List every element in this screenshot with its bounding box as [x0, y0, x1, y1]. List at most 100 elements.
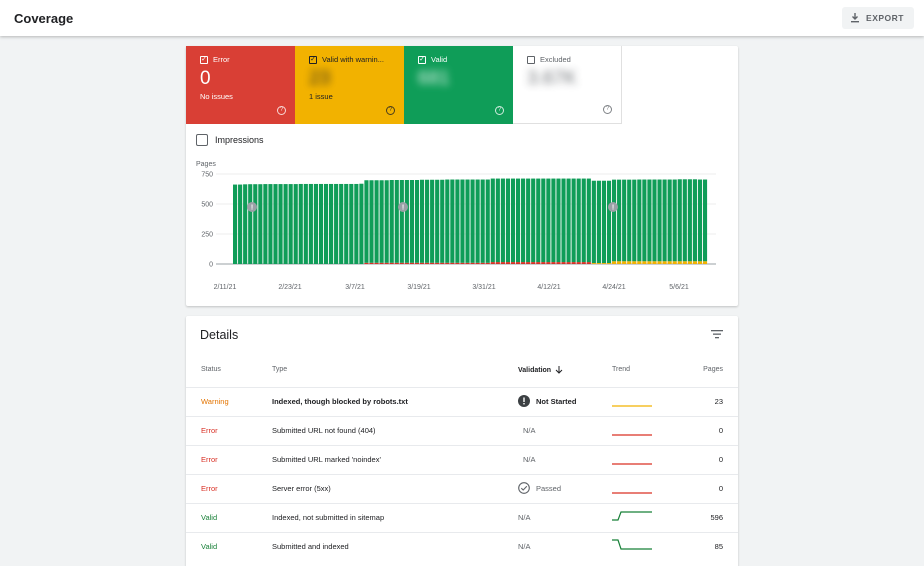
- bar-error: [581, 262, 586, 264]
- table-row[interactable]: Error Server error (5xx) Passed 0: [186, 474, 738, 503]
- bar-valid: [450, 179, 455, 263]
- type-cell: Submitted URL marked 'noindex': [272, 455, 381, 464]
- bar-error: [541, 262, 546, 264]
- status-cell: Valid: [201, 542, 218, 551]
- bar-valid: [268, 184, 273, 264]
- help-icon[interactable]: ?: [386, 106, 395, 115]
- bar-error: [460, 262, 465, 264]
- type-cell: Indexed, though blocked by robots.txt: [272, 397, 408, 406]
- table-row[interactable]: Valid Submitted and indexed N/A 85: [186, 532, 738, 561]
- pages-cell: 23: [714, 397, 723, 406]
- bar-valid-with-warnings: [617, 261, 622, 264]
- bar-error: [561, 262, 566, 264]
- bar-error: [419, 262, 425, 264]
- trend-sparkline: [612, 434, 652, 436]
- help-icon[interactable]: ?: [495, 106, 504, 115]
- bar-valid-with-warnings: [652, 261, 657, 264]
- table-row[interactable]: Error Submitted URL not found (404) N/A …: [186, 416, 738, 445]
- type-cell: Submitted URL not found (404): [272, 426, 376, 435]
- tile-excluded[interactable]: Excluded 3.67K ?: [513, 46, 622, 124]
- bar-valid: [687, 179, 692, 262]
- bar-error: [500, 262, 505, 264]
- tile-error[interactable]: ✓ Error 0 No issues ?: [186, 46, 295, 124]
- help-icon[interactable]: ?: [603, 105, 612, 114]
- bar-error: [394, 262, 399, 264]
- bar-valid: [672, 179, 677, 262]
- checkbox-checked-icon[interactable]: ✓: [200, 55, 208, 64]
- status-cell: Error: [201, 484, 218, 493]
- x-tick-label: 2/11/21: [214, 284, 237, 291]
- help-icon[interactable]: ?: [277, 106, 286, 115]
- column-header-type[interactable]: Type: [272, 366, 287, 373]
- table-row[interactable]: Error Submitted URL marked 'noindex' N/A…: [186, 445, 738, 474]
- x-tick-label: 3/31/21: [472, 284, 495, 291]
- bar-valid: [677, 179, 682, 262]
- bar-error: [515, 262, 521, 264]
- export-button[interactable]: EXPORT: [842, 7, 914, 29]
- bar-valid: [652, 179, 657, 262]
- validation-cell: N/A: [523, 455, 536, 464]
- tile-valid-with-warnings[interactable]: ✓ Valid with warnin... 23 1 issue ?: [295, 46, 404, 124]
- bar-valid-with-warnings: [682, 261, 687, 264]
- bar-error: [409, 262, 415, 264]
- y-tick-label: 250: [201, 232, 213, 239]
- bar-valid: [354, 183, 359, 264]
- coverage-overview-card: ✓ Error 0 No issues ? ✓ Valid with warnin.…: [186, 46, 738, 306]
- bar-valid-with-warnings: [697, 261, 703, 264]
- x-tick-label: 2/23/21: [278, 284, 301, 291]
- checkbox-checked-icon[interactable]: ✓: [418, 55, 426, 64]
- bar-valid: [404, 180, 409, 263]
- tile-value: 0: [200, 68, 211, 89]
- tile-label: Excluded: [540, 55, 571, 64]
- bar-valid: [480, 179, 485, 263]
- checkbox-unchecked-icon[interactable]: [196, 134, 208, 146]
- bar-error: [450, 262, 455, 264]
- column-header-pages[interactable]: Pages: [703, 366, 723, 373]
- table-row[interactable]: Valid Indexed, not submitted in sitemap …: [186, 503, 738, 532]
- impressions-toggle[interactable]: Impressions: [196, 134, 264, 146]
- bar-valid-with-warnings: [702, 261, 708, 264]
- bar-valid: [435, 179, 440, 263]
- bar-valid: [374, 180, 379, 263]
- details-title: Details: [200, 328, 239, 342]
- bar-valid: [293, 184, 298, 264]
- checkbox-checked-icon[interactable]: ✓: [309, 55, 317, 64]
- bar-error: [364, 262, 369, 264]
- bar-error: [576, 262, 581, 264]
- bar-valid: [647, 179, 652, 262]
- bar-valid: [253, 184, 258, 264]
- download-icon: [851, 13, 860, 23]
- checkbox-unchecked-icon[interactable]: [527, 55, 535, 64]
- validation-label: Passed: [536, 483, 562, 493]
- bar-error: [399, 262, 404, 264]
- y-tick-label: 500: [201, 202, 213, 209]
- tile-value: 23: [309, 68, 331, 89]
- bar-valid: [586, 178, 591, 263]
- bar-error: [414, 262, 420, 264]
- table-row[interactable]: Warning Indexed, though blocked by robot…: [186, 387, 738, 416]
- trend-sparkline: [612, 463, 652, 465]
- bar-error: [546, 262, 551, 264]
- bar-valid: [490, 178, 495, 263]
- bar-valid: [606, 180, 612, 264]
- bar-valid: [601, 180, 607, 264]
- trend-sparkline: [612, 511, 652, 521]
- bar-valid: [556, 178, 561, 263]
- filter-icon[interactable]: [710, 328, 724, 340]
- bar-valid-with-warnings: [672, 261, 677, 264]
- column-header-status[interactable]: Status: [201, 366, 221, 373]
- bar-valid-with-warnings: [687, 261, 692, 264]
- bar-valid: [288, 184, 293, 264]
- y-tick-label: 0: [209, 262, 213, 269]
- bar-valid: [430, 179, 435, 263]
- type-cell: Server error (5xx): [272, 484, 331, 493]
- pages-cell: 0: [718, 455, 723, 464]
- tile-valid[interactable]: ✓ Valid 681 ?: [404, 46, 513, 124]
- x-tick-label: 5/6/21: [669, 284, 689, 291]
- bar-valid: [445, 179, 450, 263]
- column-header-validation[interactable]: Validation: [518, 366, 563, 374]
- bar-error: [485, 262, 490, 264]
- validation-cell: Passed: [518, 482, 561, 494]
- y-axis-label: Pages: [196, 161, 216, 168]
- bar-valid: [627, 179, 632, 262]
